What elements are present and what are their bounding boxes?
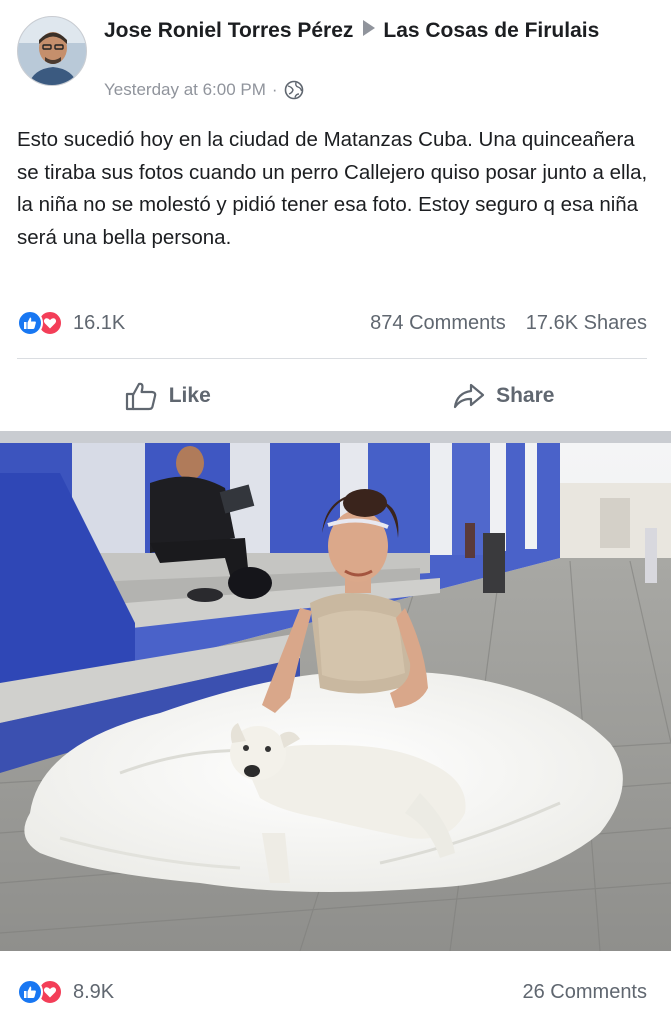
thumbs-up-icon <box>125 382 157 411</box>
author-line: Jose Roniel Torres Pérez Las Cosas de Fir… <box>104 16 664 45</box>
share-arrow-icon <box>453 383 485 409</box>
share-label: Share <box>496 384 555 407</box>
post-timestamp[interactable]: Yesterday at 6:00 PM <box>104 80 266 100</box>
reactions-count: 16.1K <box>73 311 126 334</box>
share-button[interactable]: Share <box>336 368 671 424</box>
group-name[interactable]: Las Cosas de Firulais <box>383 19 599 42</box>
avatar-image <box>18 17 86 85</box>
quinceanera-with-dog-photo <box>0 443 671 951</box>
like-button[interactable]: Like <box>0 368 336 424</box>
author-name[interactable]: Jose Roniel Torres Pérez <box>104 19 353 42</box>
shares-count-link[interactable]: 17.6K Shares <box>526 312 647 335</box>
globe-icon <box>284 80 303 100</box>
post-separator <box>0 431 671 443</box>
reactions-summary[interactable]: 16.1K <box>17 310 125 336</box>
photo-reactions-summary[interactable]: 8.9K <box>17 979 114 1005</box>
meta-separator: · <box>271 80 278 99</box>
author-avatar[interactable] <box>17 16 87 86</box>
divider <box>17 358 647 359</box>
like-reaction-icon <box>17 979 43 1005</box>
action-bar: Like Share <box>0 368 671 424</box>
post-meta: Yesterday at 6:00 PM · <box>104 80 304 100</box>
photo-comments-link[interactable]: 26 Comments <box>523 981 648 1004</box>
like-label: Like <box>168 384 211 407</box>
comments-count-link[interactable]: 874 Comments <box>370 312 506 335</box>
photo-reactions-count: 8.9K <box>73 980 115 1003</box>
post-stats: 16.1K 874 Comments 17.6K Shares <box>17 305 647 341</box>
shared-to-arrow-icon <box>363 20 376 36</box>
photo-stats: 8.9K 26 Comments <box>17 975 647 1009</box>
post-header: Jose Roniel Torres Pérez Las Cosas de Fir… <box>0 0 671 110</box>
like-reaction-icon <box>17 310 43 336</box>
post-text: Esto sucedió hoy en la ciudad de Matanza… <box>17 128 648 249</box>
post-photo[interactable] <box>0 443 671 951</box>
